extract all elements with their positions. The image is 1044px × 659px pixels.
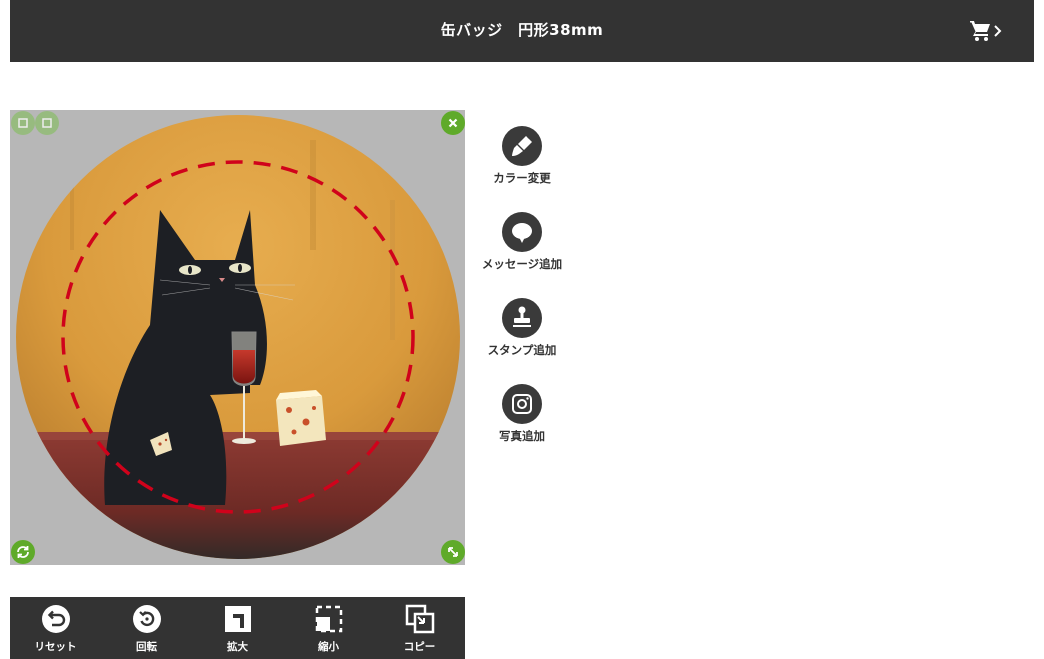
speech-bubble-icon bbox=[512, 223, 532, 243]
shrink-button[interactable]: 縮小 bbox=[283, 597, 374, 659]
chevron-right-icon bbox=[994, 25, 1002, 37]
close-icon bbox=[448, 118, 458, 128]
cart-button[interactable] bbox=[968, 18, 1016, 46]
delete-handle[interactable] bbox=[441, 111, 465, 135]
cat-wine-cheese-artwork bbox=[16, 115, 460, 559]
layer-down-handle[interactable] bbox=[35, 111, 59, 135]
cart-icon bbox=[970, 21, 990, 41]
enlarge-button[interactable]: 拡大 bbox=[192, 597, 283, 659]
edit-toolbar: リセット 回転 拡大 縮小 コピー bbox=[10, 597, 465, 659]
resize-icon bbox=[448, 547, 458, 557]
add-stamp-button[interactable]: スタンプ追加 bbox=[476, 298, 568, 360]
badge-preview bbox=[16, 115, 460, 559]
tool-icon-circle bbox=[502, 126, 542, 166]
add-photo-button[interactable]: 写真追加 bbox=[476, 384, 568, 446]
add-photo-label: 写真追加 bbox=[499, 429, 545, 443]
copy-label: コピー bbox=[403, 641, 436, 653]
rotate-button[interactable]: 回転 bbox=[101, 597, 192, 659]
copy-icon bbox=[405, 604, 435, 634]
camera-icon bbox=[512, 394, 532, 414]
add-message-button[interactable]: メッセージ追加 bbox=[476, 212, 568, 274]
stamp-icon bbox=[513, 306, 531, 327]
add-message-label: メッセージ追加 bbox=[481, 257, 563, 271]
add-stamp-label: スタンプ追加 bbox=[487, 343, 557, 357]
tool-icon-circle bbox=[502, 212, 542, 252]
enlarge-label: 拡大 bbox=[227, 641, 248, 653]
reset-button[interactable]: リセット bbox=[10, 597, 101, 659]
enlarge-icon bbox=[225, 606, 251, 632]
paint-brush-icon bbox=[512, 135, 532, 156]
color-change-label: カラー変更 bbox=[493, 171, 551, 185]
reset-icon bbox=[42, 605, 70, 633]
rotate-arrows-icon bbox=[17, 546, 29, 558]
rotate-handle[interactable] bbox=[11, 540, 35, 564]
copy-button[interactable]: コピー bbox=[374, 597, 465, 659]
page-title: 缶バッジ 円形38mm bbox=[440, 21, 604, 39]
reset-label: リセット bbox=[34, 641, 77, 653]
tool-icon-circle bbox=[502, 384, 542, 424]
resize-handle[interactable] bbox=[441, 540, 465, 564]
rotate-icon bbox=[133, 605, 161, 633]
shrink-label: 縮小 bbox=[318, 641, 339, 653]
layer-up-handle[interactable] bbox=[11, 111, 35, 135]
shrink-icon bbox=[315, 605, 343, 633]
rotate-label: 回転 bbox=[136, 641, 157, 653]
tool-icon-circle bbox=[502, 298, 542, 338]
layer-icon bbox=[18, 118, 28, 128]
layer-icon bbox=[42, 118, 52, 128]
app-header: 缶バッジ 円形38mm bbox=[10, 0, 1034, 62]
color-change-button[interactable]: カラー変更 bbox=[476, 126, 568, 188]
design-canvas[interactable] bbox=[10, 110, 465, 565]
